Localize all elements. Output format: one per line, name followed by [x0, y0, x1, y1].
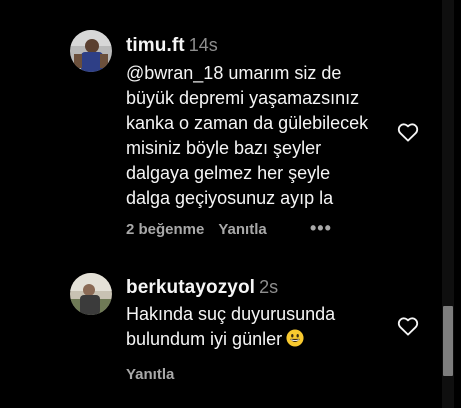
comment-text: Hakında suç duyurusunda bulundum iyi gün… [126, 302, 388, 352]
username[interactable]: berkutayozyol [126, 277, 255, 298]
heart-outline-icon[interactable] [397, 316, 419, 336]
like-count[interactable]: 2 beğenme [126, 221, 204, 239]
username[interactable]: timu.ft [126, 35, 185, 56]
avatar[interactable] [70, 273, 112, 315]
grinning-face-emoji-icon [286, 329, 304, 347]
comment-actions: 2 beğenme Yanıtla [126, 221, 267, 239]
more-options-button[interactable]: ••• [310, 219, 332, 237]
reply-button[interactable]: Yanıtla [126, 366, 174, 384]
scrollbar-thumb[interactable] [443, 306, 453, 376]
comment-text: @bwran_18 umarım siz de büyük depremi ya… [126, 63, 369, 208]
comment-header: timu.ft 14s [126, 34, 218, 57]
user-avatar-photo-icon [70, 30, 112, 72]
heart-outline-icon[interactable] [397, 122, 419, 142]
reply-button[interactable]: Yanıtla [218, 221, 266, 239]
user-avatar-photo-icon [70, 273, 112, 315]
comment-header: berkutayozyol 2s [126, 276, 278, 299]
timestamp: 2s [259, 277, 279, 297]
comment-actions: Yanıtla [126, 366, 174, 384]
avatar[interactable] [70, 30, 112, 72]
timestamp: 14s [188, 35, 218, 55]
